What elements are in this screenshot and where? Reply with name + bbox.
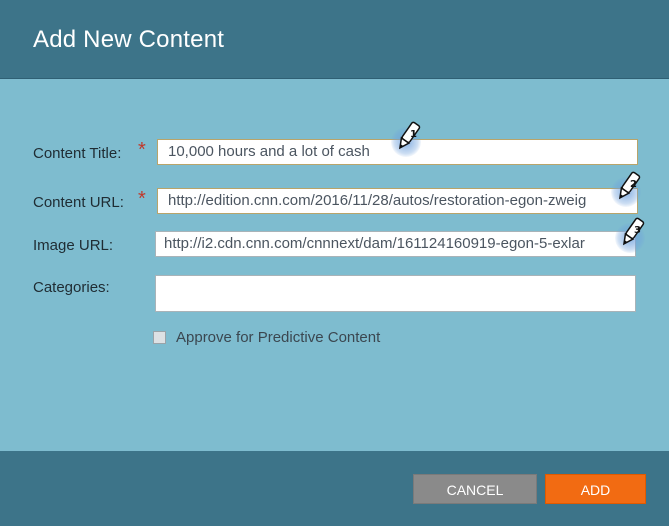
content-url-input[interactable]: http://edition.cnn.com/2016/11/28/autos/… (157, 188, 638, 214)
categories-input[interactable] (155, 275, 636, 312)
categories-label: Categories: (33, 279, 110, 296)
approve-checkbox[interactable] (153, 331, 166, 344)
dialog-header: Add New Content (0, 0, 669, 79)
image-url-label: Image URL: (33, 237, 114, 254)
required-marker: * (138, 188, 146, 210)
content-title-label: Content Title: (33, 145, 122, 162)
image-url-input[interactable]: http://i2.cdn.cnn.com/cnnnext/dam/161124… (155, 231, 636, 257)
add-button[interactable]: ADD (545, 474, 646, 504)
required-marker: * (138, 139, 146, 161)
dialog-body (0, 79, 669, 451)
dialog-title: Add New Content (33, 26, 225, 53)
cancel-button[interactable]: CANCEL (413, 474, 537, 504)
approve-checkbox-row[interactable]: Approve for Predictive Content (153, 329, 380, 346)
content-url-label: Content URL: (33, 194, 124, 211)
content-title-input[interactable]: 10,000 hours and a lot of cash (157, 139, 638, 165)
approve-checkbox-label: Approve for Predictive Content (176, 329, 381, 346)
